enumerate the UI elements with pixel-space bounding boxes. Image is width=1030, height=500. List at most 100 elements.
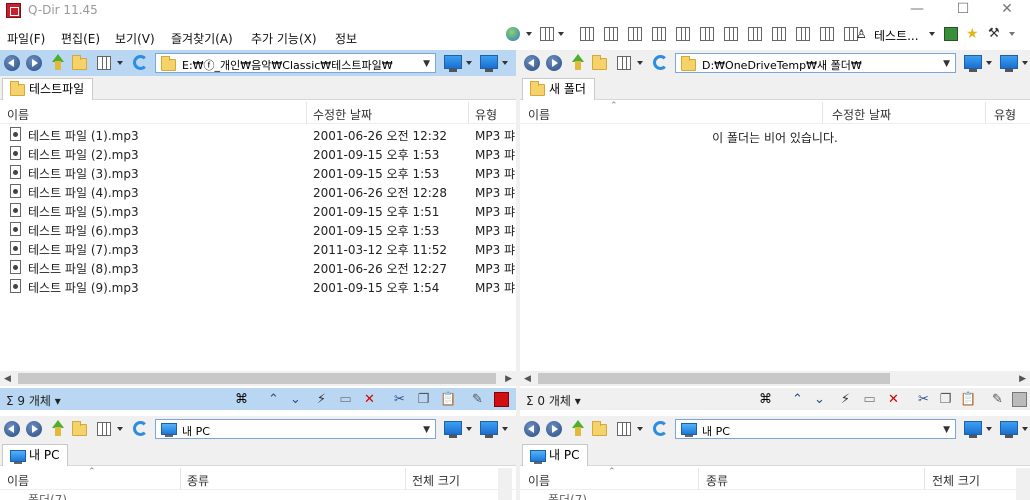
column-kind[interactable]: 종류 bbox=[187, 472, 209, 489]
edit-icon[interactable]: ✎ bbox=[470, 392, 485, 407]
chevron-down-icon[interactable] bbox=[466, 427, 472, 431]
column-date[interactable]: 수정한 날짜 bbox=[313, 106, 372, 123]
chevron-down-icon[interactable] bbox=[1009, 32, 1015, 36]
monitor-icon[interactable] bbox=[444, 55, 462, 72]
tab-my-pc[interactable]: 내 PC bbox=[522, 444, 589, 466]
chevron-down-icon[interactable] bbox=[1022, 427, 1028, 431]
file-row[interactable]: 테스트 파일 (3).mp3 2001-09-15 오후 1:53 MP3 퍄 bbox=[0, 163, 516, 182]
column-kind[interactable]: 종류 bbox=[706, 472, 728, 489]
monitor-icon[interactable] bbox=[1000, 421, 1018, 438]
column-name[interactable]: 이름 bbox=[7, 106, 29, 123]
vertical-scrollbar[interactable] bbox=[498, 468, 512, 500]
address-bar[interactable]: D:₩OneDriveTemp₩새 폴더₩ ▼ bbox=[675, 53, 956, 73]
new-folder-icon[interactable] bbox=[72, 421, 87, 436]
column-total-size[interactable]: 전체 크기 bbox=[932, 472, 980, 489]
chevron-down-icon[interactable] bbox=[637, 61, 643, 65]
chevron-down-icon[interactable]: ▼ bbox=[423, 59, 430, 69]
chevron-down-icon[interactable] bbox=[117, 61, 123, 65]
properties-icon[interactable] bbox=[494, 392, 509, 407]
paste-icon[interactable]: 📋 bbox=[960, 392, 976, 407]
chevron-down-icon[interactable] bbox=[502, 427, 508, 431]
column-total-size[interactable]: 전체 크기 bbox=[412, 472, 460, 489]
column-divider[interactable] bbox=[822, 102, 823, 124]
globe-icon[interactable] bbox=[506, 27, 520, 41]
horizontal-scrollbar[interactable]: ◀ ▶ bbox=[0, 371, 516, 386]
refresh-icon[interactable] bbox=[653, 55, 668, 70]
properties-icon[interactable] bbox=[1012, 392, 1027, 407]
sort-up-icon[interactable]: ⌃ bbox=[266, 392, 281, 407]
new-folder-icon[interactable] bbox=[592, 55, 607, 70]
monitor-icon[interactable] bbox=[480, 421, 498, 438]
new-folder-icon[interactable] bbox=[592, 421, 607, 436]
column-divider[interactable] bbox=[306, 102, 307, 124]
edit-icon[interactable]: ✎ bbox=[990, 392, 1005, 407]
chevron-down-icon[interactable] bbox=[929, 32, 935, 36]
copy-icon[interactable]: ❐ bbox=[416, 392, 431, 407]
lightning-icon[interactable]: ⚡ bbox=[314, 392, 329, 407]
chevron-down-icon[interactable]: ▼ bbox=[943, 425, 950, 435]
back-icon[interactable] bbox=[524, 421, 540, 437]
column-date[interactable]: 수정한 날짜 bbox=[832, 106, 891, 123]
rename-icon[interactable]: ▭ bbox=[862, 392, 877, 407]
column-divider[interactable] bbox=[180, 468, 181, 490]
chevron-down-icon[interactable]: ▼ bbox=[423, 425, 430, 435]
file-row[interactable]: 테스트 파일 (5).mp3 2001-09-15 오후 1:51 MP3 퍄 bbox=[0, 201, 516, 220]
menu-edit[interactable]: 편집(E) bbox=[61, 30, 100, 47]
address-bar[interactable]: E:₩ⓕ_개인₩음악₩Classic₩테스트파일₩ ▼ bbox=[155, 53, 436, 73]
profile-label[interactable]: 테스트... bbox=[874, 27, 919, 44]
view-mode-icon[interactable] bbox=[97, 56, 111, 70]
file-row[interactable]: 테스트 파일 (2).mp3 2001-09-15 오후 1:53 MP3 퍄 bbox=[0, 144, 516, 163]
menu-view[interactable]: 보기(V) bbox=[115, 30, 155, 47]
up-folder-icon[interactable] bbox=[569, 420, 585, 437]
layout-1-icon[interactable] bbox=[580, 27, 594, 41]
layout-6-icon[interactable] bbox=[700, 27, 714, 41]
chevron-down-icon[interactable] bbox=[558, 32, 564, 36]
layout-10-icon[interactable] bbox=[796, 27, 810, 41]
new-folder-icon[interactable] bbox=[72, 55, 87, 70]
cut-icon[interactable]: ✂ bbox=[392, 392, 407, 407]
chevron-down-icon[interactable] bbox=[502, 61, 508, 65]
network-icon[interactable] bbox=[944, 27, 958, 41]
layout-4-icon[interactable] bbox=[652, 27, 666, 41]
menu-file[interactable]: 파일(F) bbox=[7, 30, 45, 47]
column-type[interactable]: 유형 bbox=[475, 106, 497, 123]
chevron-down-icon[interactable] bbox=[986, 427, 992, 431]
column-name[interactable]: 이름 bbox=[528, 472, 550, 489]
menu-favorites[interactable]: 즐겨찾기(A) bbox=[171, 30, 233, 47]
address-bar[interactable]: 내 PC ▼ bbox=[155, 419, 436, 439]
lightning-icon[interactable]: ⚡ bbox=[838, 392, 853, 407]
monitor-icon[interactable] bbox=[964, 421, 982, 438]
up-folder-icon[interactable] bbox=[49, 420, 65, 437]
delete-icon[interactable]: ✕ bbox=[362, 392, 377, 407]
scroll-left-icon[interactable]: ◀ bbox=[4, 374, 11, 384]
tab-new-folder[interactable]: 새 폴더 bbox=[522, 78, 595, 100]
view-mode-icon[interactable] bbox=[617, 56, 631, 70]
layout-8-icon[interactable] bbox=[748, 27, 762, 41]
file-row[interactable]: 테스트 파일 (6).mp3 2001-09-15 오후 1:53 MP3 퍄 bbox=[0, 220, 516, 239]
address-bar[interactable]: 내 PC ▼ bbox=[675, 419, 956, 439]
file-row[interactable]: 테스트 파일 (8).mp3 2001-06-26 오전 12:27 MP3 퍄 bbox=[0, 258, 516, 277]
refresh-icon[interactable] bbox=[653, 421, 668, 436]
item-count[interactable]: Σ 0 개체 ▾ bbox=[526, 392, 581, 409]
layout-9-icon[interactable] bbox=[772, 27, 786, 41]
forward-icon[interactable] bbox=[26, 55, 42, 71]
back-icon[interactable] bbox=[4, 421, 20, 437]
column-divider[interactable] bbox=[468, 102, 469, 124]
item-count[interactable]: Σ 9 개체 ▾ bbox=[6, 392, 61, 409]
tree-icon[interactable]: ⌘ bbox=[758, 392, 773, 407]
group-header[interactable]: 폴더(7) bbox=[28, 491, 67, 500]
refresh-icon[interactable] bbox=[133, 421, 148, 436]
user-icon[interactable]: ♙ bbox=[856, 27, 870, 41]
file-row[interactable]: 테스트 파일 (9).mp3 2001-09-15 오후 1:54 MP3 퍄 bbox=[0, 277, 516, 296]
column-type[interactable]: 유형 bbox=[994, 106, 1016, 123]
layout-11-icon[interactable] bbox=[820, 27, 834, 41]
close-button[interactable]: ✕ bbox=[984, 0, 1030, 21]
paste-icon[interactable]: 📋 bbox=[440, 392, 456, 407]
monitor-icon[interactable] bbox=[1000, 55, 1018, 72]
up-folder-icon[interactable] bbox=[569, 54, 585, 71]
star-icon[interactable]: ★ bbox=[966, 27, 980, 41]
back-icon[interactable] bbox=[4, 55, 20, 71]
layout-3-icon[interactable] bbox=[628, 27, 642, 41]
column-name[interactable]: 이름 bbox=[528, 106, 550, 123]
scrollbar-thumb[interactable] bbox=[18, 373, 496, 384]
